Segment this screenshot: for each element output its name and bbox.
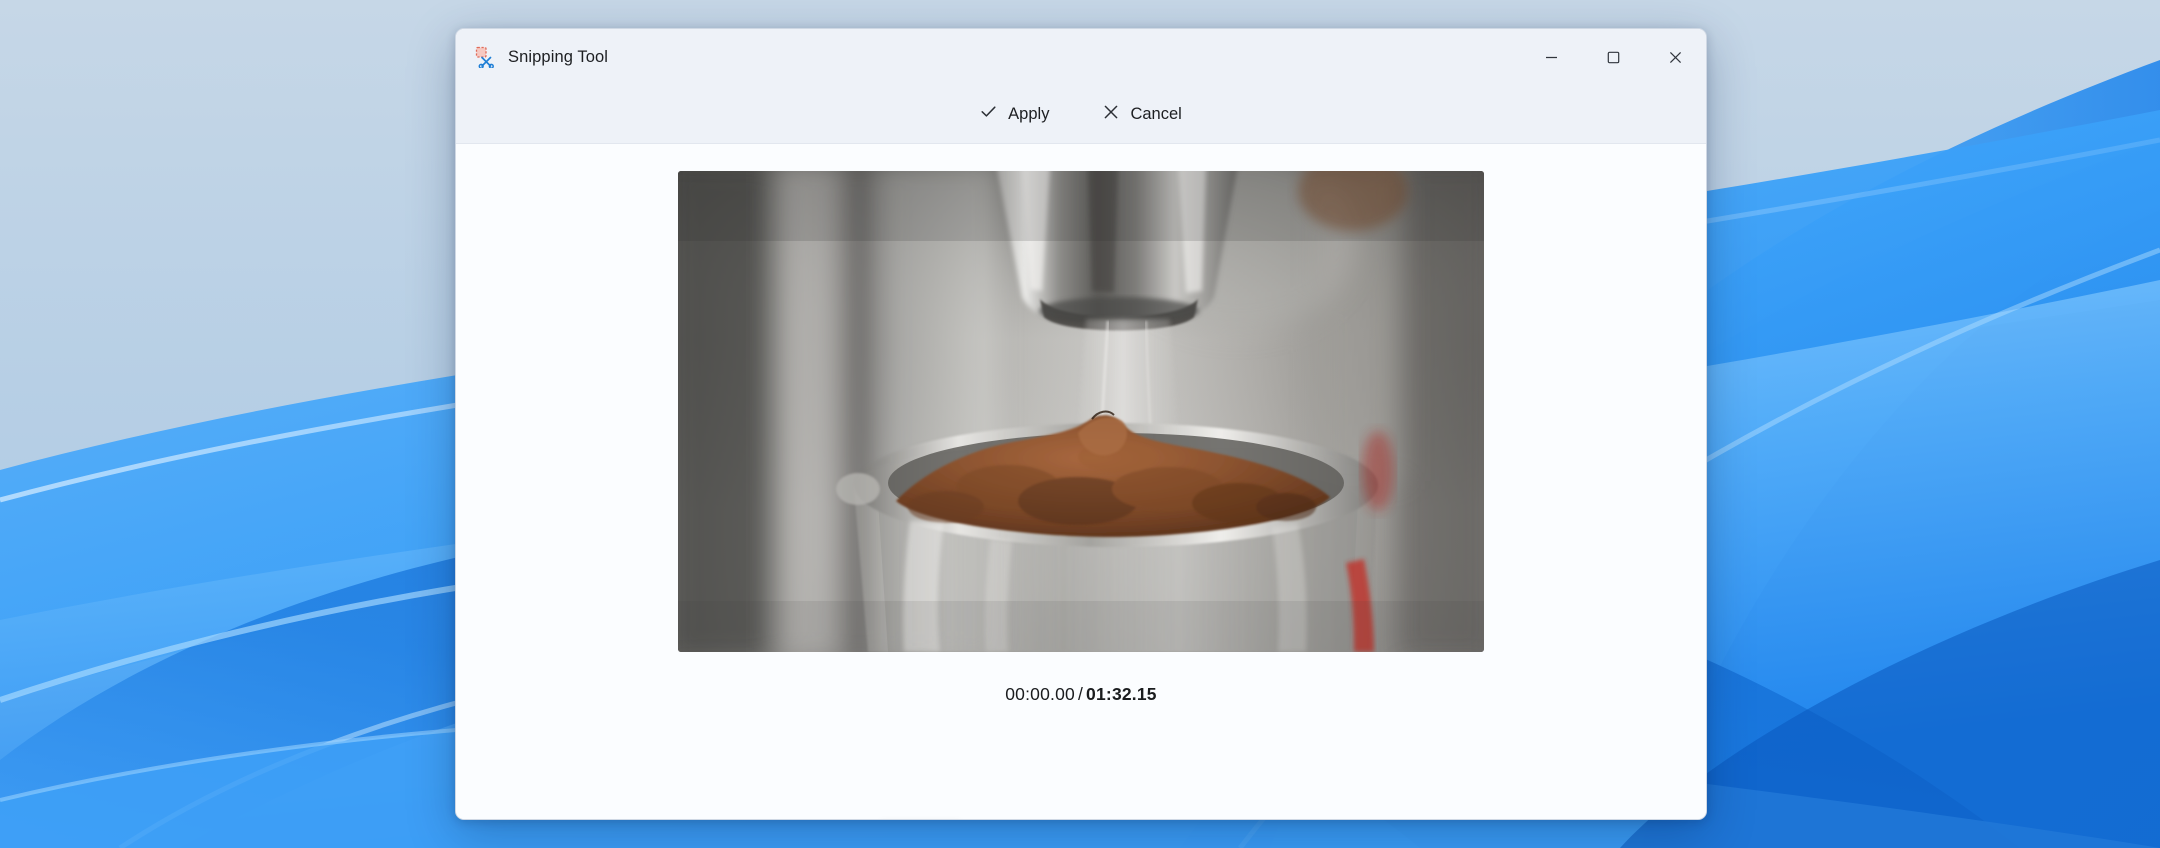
maximize-button[interactable] [1582, 29, 1644, 85]
video-frame-preview[interactable] [678, 171, 1484, 652]
cancel-label: Cancel [1130, 104, 1182, 123]
checkmark-icon [980, 103, 997, 125]
apply-button[interactable]: Apply [966, 96, 1063, 132]
timestamp-display: 00:00.00/01:32.15 [1005, 684, 1156, 705]
close-button[interactable] [1644, 29, 1706, 85]
close-x-icon [1103, 104, 1119, 125]
snipping-tool-window: Snipping Tool Apply Cancel 00:00.00 / 01… [455, 28, 1707, 820]
command-bar: Apply Cancel [456, 85, 1706, 144]
total-duration: 01:32.15 [1086, 684, 1157, 704]
cancel-button[interactable]: Cancel [1089, 97, 1195, 132]
title-bar[interactable]: Snipping Tool [456, 29, 1706, 85]
time-separator: / [1077, 684, 1084, 704]
content-area: 00:00.00/01:32.15 [456, 144, 1706, 819]
minimize-button[interactable] [1520, 29, 1582, 85]
window-title: Snipping Tool [508, 47, 609, 66]
current-time: 00:00.00 [1005, 684, 1075, 704]
desktop: Snipping Tool Apply Cancel 00:00.00 / 01… [0, 0, 2160, 848]
snipping-tool-icon [474, 46, 496, 69]
window-controls [1520, 29, 1706, 85]
apply-label: Apply [1008, 104, 1050, 123]
